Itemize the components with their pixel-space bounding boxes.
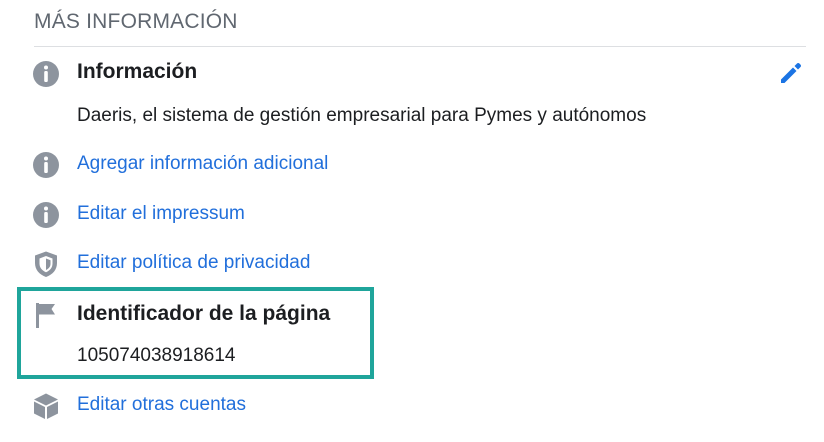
section-title: MÁS INFORMACIÓN (34, 10, 238, 33)
page-id-value: 105074038918614 (77, 345, 236, 366)
more-info-panel: MÁS INFORMACIÓN Información Daeris, el s… (0, 0, 824, 442)
shield-icon (35, 251, 57, 277)
info-circle-icon (33, 152, 59, 178)
info-circle-icon (33, 61, 59, 87)
edit-privacy-link[interactable]: Editar política de privacidad (77, 252, 310, 274)
edit-other-accounts-link[interactable]: Editar otras cuentas (77, 394, 246, 416)
flag-icon (36, 303, 55, 328)
page-id-heading: Identificador de la página (77, 302, 331, 325)
info-circle-icon (33, 202, 59, 228)
edit-impressum-link[interactable]: Editar el impressum (77, 203, 245, 225)
info-description: Daeris, el sistema de gestión empresaria… (77, 105, 647, 126)
section-divider (34, 46, 806, 47)
pencil-icon[interactable] (776, 58, 806, 88)
add-info-link[interactable]: Agregar información adicional (77, 153, 328, 175)
cube-icon (34, 393, 58, 419)
info-heading: Información (77, 60, 198, 83)
